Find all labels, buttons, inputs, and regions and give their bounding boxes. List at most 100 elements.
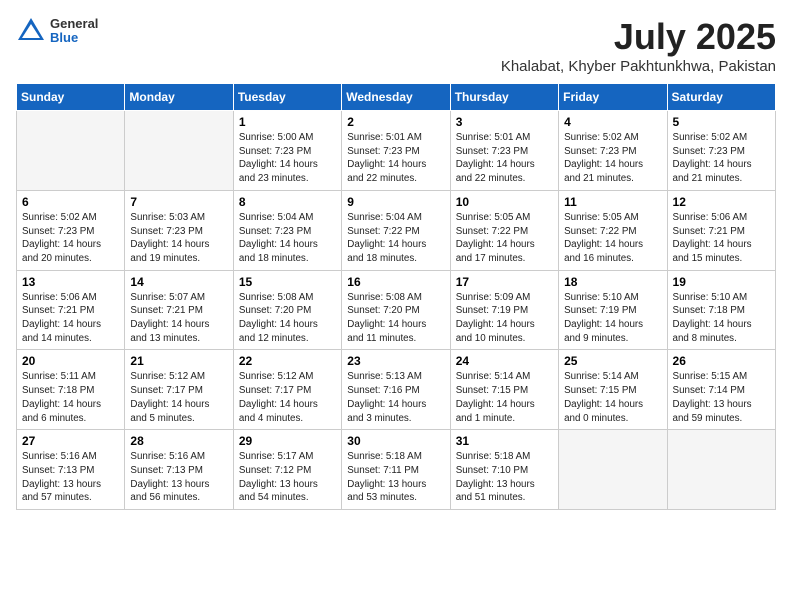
calendar-cell: 29 Sunrise: 5:17 AMSunset: 7:12 PMDayligh… bbox=[233, 430, 341, 510]
day-info: Sunrise: 5:02 AMSunset: 7:23 PMDaylight:… bbox=[22, 211, 119, 266]
day-number: 15 bbox=[239, 275, 336, 289]
calendar-cell: 4 Sunrise: 5:02 AMSunset: 7:23 PMDaylight… bbox=[559, 111, 667, 191]
day-info: Sunrise: 5:14 AMSunset: 7:15 PMDaylight:… bbox=[456, 370, 553, 425]
calendar-cell: 9 Sunrise: 5:04 AMSunset: 7:22 PMDaylight… bbox=[342, 190, 450, 270]
day-info: Sunrise: 5:16 AMSunset: 7:13 PMDaylight:… bbox=[22, 450, 119, 505]
calendar-cell bbox=[559, 430, 667, 510]
day-number: 2 bbox=[347, 115, 444, 129]
day-number: 10 bbox=[456, 195, 553, 209]
day-number: 25 bbox=[564, 354, 661, 368]
logo-text: General Blue bbox=[50, 17, 98, 46]
calendar-cell: 1Sunrise: 5:00 AMSunset: 7:23 PMDaylight… bbox=[233, 111, 341, 191]
calendar-cell: 28 Sunrise: 5:16 AMSunset: 7:13 PMDayligh… bbox=[125, 430, 233, 510]
calendar-week-2: 6 Sunrise: 5:02 AMSunset: 7:23 PMDaylight… bbox=[17, 190, 776, 270]
day-number: 23 bbox=[347, 354, 444, 368]
calendar-cell: 26 Sunrise: 5:15 AMSunset: 7:14 PMDayligh… bbox=[667, 350, 775, 430]
day-number: 7 bbox=[130, 195, 227, 209]
day-info: Sunrise: 5:02 AMSunset: 7:23 PMDaylight:… bbox=[564, 131, 661, 186]
calendar-cell: 2 Sunrise: 5:01 AMSunset: 7:23 PMDaylight… bbox=[342, 111, 450, 191]
location-title: Khalabat, Khyber Pakhtunkhwa, Pakistan bbox=[501, 58, 776, 75]
calendar-cell: 21 Sunrise: 5:12 AMSunset: 7:17 PMDayligh… bbox=[125, 350, 233, 430]
calendar-header-saturday: Saturday bbox=[667, 84, 775, 111]
calendar-cell: 31 Sunrise: 5:18 AMSunset: 7:10 PMDayligh… bbox=[450, 430, 558, 510]
day-number: 30 bbox=[347, 434, 444, 448]
calendar-cell bbox=[17, 111, 125, 191]
day-info: Sunrise: 5:04 AMSunset: 7:22 PMDaylight:… bbox=[347, 211, 444, 266]
calendar-header-monday: Monday bbox=[125, 84, 233, 111]
calendar-cell: 17 Sunrise: 5:09 AMSunset: 7:19 PMDayligh… bbox=[450, 270, 558, 350]
calendar-cell: 22 Sunrise: 5:12 AMSunset: 7:17 PMDayligh… bbox=[233, 350, 341, 430]
day-number: 16 bbox=[347, 275, 444, 289]
day-info: Sunrise: 5:09 AMSunset: 7:19 PMDaylight:… bbox=[456, 291, 553, 346]
title-area: July 2025 Khalabat, Khyber Pakhtunkhwa, … bbox=[501, 16, 776, 75]
calendar-cell: 20Sunrise: 5:11 AMSunset: 7:18 PMDayligh… bbox=[17, 350, 125, 430]
day-number: 31 bbox=[456, 434, 553, 448]
day-info: Sunrise: 5:06 AMSunset: 7:21 PMDaylight:… bbox=[22, 291, 119, 346]
calendar-cell bbox=[125, 111, 233, 191]
day-info: Sunrise: 5:13 AMSunset: 7:16 PMDaylight:… bbox=[347, 370, 444, 425]
day-info: Sunrise: 5:05 AMSunset: 7:22 PMDaylight:… bbox=[456, 211, 553, 266]
calendar-header-row: SundayMondayTuesdayWednesdayThursdayFrid… bbox=[17, 84, 776, 111]
calendar-week-3: 13 Sunrise: 5:06 AMSunset: 7:21 PMDayligh… bbox=[17, 270, 776, 350]
calendar-week-5: 27 Sunrise: 5:16 AMSunset: 7:13 PMDayligh… bbox=[17, 430, 776, 510]
calendar-cell: 6 Sunrise: 5:02 AMSunset: 7:23 PMDaylight… bbox=[17, 190, 125, 270]
day-number: 28 bbox=[130, 434, 227, 448]
calendar-week-1: 1Sunrise: 5:00 AMSunset: 7:23 PMDaylight… bbox=[17, 111, 776, 191]
day-info: Sunrise: 5:03 AMSunset: 7:23 PMDaylight:… bbox=[130, 211, 227, 266]
logo-blue: Blue bbox=[50, 31, 98, 45]
day-info: Sunrise: 5:17 AMSunset: 7:12 PMDaylight:… bbox=[239, 450, 336, 505]
calendar-cell: 5 Sunrise: 5:02 AMSunset: 7:23 PMDaylight… bbox=[667, 111, 775, 191]
calendar-cell: 23 Sunrise: 5:13 AMSunset: 7:16 PMDayligh… bbox=[342, 350, 450, 430]
calendar-header-tuesday: Tuesday bbox=[233, 84, 341, 111]
logo: General Blue bbox=[16, 16, 98, 46]
day-info: Sunrise: 5:02 AMSunset: 7:23 PMDaylight:… bbox=[673, 131, 770, 186]
day-info: Sunrise: 5:01 AMSunset: 7:23 PMDaylight:… bbox=[347, 131, 444, 186]
day-number: 14 bbox=[130, 275, 227, 289]
calendar-header-wednesday: Wednesday bbox=[342, 84, 450, 111]
day-info: Sunrise: 5:07 AMSunset: 7:21 PMDaylight:… bbox=[130, 291, 227, 346]
day-number: 5 bbox=[673, 115, 770, 129]
day-info: Sunrise: 5:08 AMSunset: 7:20 PMDaylight:… bbox=[347, 291, 444, 346]
calendar-cell: 16 Sunrise: 5:08 AMSunset: 7:20 PMDayligh… bbox=[342, 270, 450, 350]
day-number: 27 bbox=[22, 434, 119, 448]
day-info: Sunrise: 5:12 AMSunset: 7:17 PMDaylight:… bbox=[130, 370, 227, 425]
calendar-cell: 14 Sunrise: 5:07 AMSunset: 7:21 PMDayligh… bbox=[125, 270, 233, 350]
calendar-cell: 8Sunrise: 5:04 AMSunset: 7:23 PMDaylight… bbox=[233, 190, 341, 270]
day-number: 8 bbox=[239, 195, 336, 209]
day-number: 21 bbox=[130, 354, 227, 368]
day-info: Sunrise: 5:06 AMSunset: 7:21 PMDaylight:… bbox=[673, 211, 770, 266]
day-number: 24 bbox=[456, 354, 553, 368]
day-number: 6 bbox=[22, 195, 119, 209]
day-number: 4 bbox=[564, 115, 661, 129]
day-number: 18 bbox=[564, 275, 661, 289]
calendar-cell: 24 Sunrise: 5:14 AMSunset: 7:15 PMDayligh… bbox=[450, 350, 558, 430]
day-number: 9 bbox=[347, 195, 444, 209]
day-info: Sunrise: 5:18 AMSunset: 7:10 PMDaylight:… bbox=[456, 450, 553, 505]
day-info: Sunrise: 5:08 AMSunset: 7:20 PMDaylight:… bbox=[239, 291, 336, 346]
day-number: 12 bbox=[673, 195, 770, 209]
day-number: 22 bbox=[239, 354, 336, 368]
day-info: Sunrise: 5:00 AMSunset: 7:23 PMDaylight:… bbox=[239, 131, 336, 186]
day-number: 13 bbox=[22, 275, 119, 289]
day-info: Sunrise: 5:01 AMSunset: 7:23 PMDaylight:… bbox=[456, 131, 553, 186]
day-info: Sunrise: 5:14 AMSunset: 7:15 PMDaylight:… bbox=[564, 370, 661, 425]
day-info: Sunrise: 5:18 AMSunset: 7:11 PMDaylight:… bbox=[347, 450, 444, 505]
calendar-header-thursday: Thursday bbox=[450, 84, 558, 111]
calendar-header-friday: Friday bbox=[559, 84, 667, 111]
calendar-cell: 10 Sunrise: 5:05 AMSunset: 7:22 PMDayligh… bbox=[450, 190, 558, 270]
calendar-cell: 15 Sunrise: 5:08 AMSunset: 7:20 PMDayligh… bbox=[233, 270, 341, 350]
calendar-cell: 11Sunrise: 5:05 AMSunset: 7:22 PMDayligh… bbox=[559, 190, 667, 270]
day-number: 3 bbox=[456, 115, 553, 129]
day-number: 26 bbox=[673, 354, 770, 368]
day-info: Sunrise: 5:15 AMSunset: 7:14 PMDaylight:… bbox=[673, 370, 770, 425]
calendar-week-4: 20Sunrise: 5:11 AMSunset: 7:18 PMDayligh… bbox=[17, 350, 776, 430]
day-number: 17 bbox=[456, 275, 553, 289]
page-header: General Blue July 2025 Khalabat, Khyber … bbox=[16, 16, 776, 75]
day-info: Sunrise: 5:12 AMSunset: 7:17 PMDaylight:… bbox=[239, 370, 336, 425]
calendar-cell: 7 Sunrise: 5:03 AMSunset: 7:23 PMDaylight… bbox=[125, 190, 233, 270]
day-info: Sunrise: 5:16 AMSunset: 7:13 PMDaylight:… bbox=[130, 450, 227, 505]
day-number: 29 bbox=[239, 434, 336, 448]
calendar-cell: 27 Sunrise: 5:16 AMSunset: 7:13 PMDayligh… bbox=[17, 430, 125, 510]
day-number: 11 bbox=[564, 195, 661, 209]
calendar-header-sunday: Sunday bbox=[17, 84, 125, 111]
